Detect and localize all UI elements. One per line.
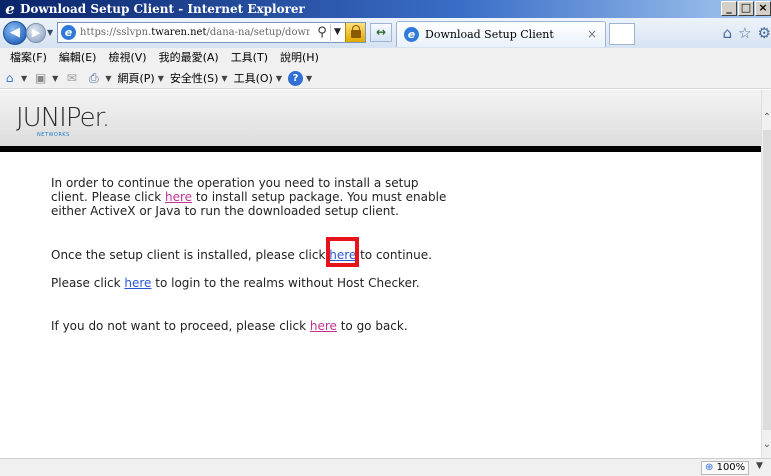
page-content: In order to continue the operation you n… <box>0 152 761 458</box>
menu-file[interactable]: 檔案(F) <box>4 48 53 68</box>
page-command[interactable]: 網頁(P) ▼ <box>117 70 163 86</box>
print-icon: ⎙ <box>89 71 99 85</box>
back-button[interactable]: ◀ <box>3 21 27 45</box>
menu-favorites[interactable]: 我的最愛(A) <box>153 48 225 68</box>
safety-command[interactable]: 安全性(S) ▼ <box>170 70 228 86</box>
scroll-up-icon[interactable]: ⌃ <box>762 112 771 123</box>
page-icon: e <box>61 25 76 40</box>
juniper-logo: JUNIPer. NETWORKS <box>16 103 110 138</box>
continue-instructions: Once the setup client is installed, plea… <box>51 248 432 262</box>
mail-command[interactable]: ✉ <box>64 71 80 85</box>
chevron-down-icon: ▼ <box>305 73 313 83</box>
install-here-link[interactable]: here <box>165 190 192 204</box>
status-bar: ⊕ 100% ▼ <box>0 458 771 476</box>
vertical-scrollbar[interactable]: ⌃ ⌄ <box>761 90 771 458</box>
menu-bar: 檔案(F) 編輯(E) 檢視(V) 我的最愛(A) 工具(T) 說明(H) <box>0 48 771 68</box>
home-icon[interactable]: ⌂ <box>723 24 733 42</box>
command-bar: ⌂ ▼ ▣ ▼ ✉ ⎙ ▼ 網頁(P) ▼ 安全性(S) ▼ 工具(O) ▼ ? ▼ <box>0 68 771 89</box>
search-icon[interactable]: ⚲ <box>314 24 330 41</box>
address-dropdown-icon[interactable]: ▼ <box>330 24 344 41</box>
feeds-command[interactable]: ▣ ▼ <box>33 71 58 85</box>
gear-icon[interactable]: ⚙ <box>758 24 771 42</box>
url-text[interactable]: https://sslvpn.twaren.net/dana-na/setup/… <box>80 23 310 42</box>
login-here-link[interactable]: here <box>124 276 151 290</box>
compatibility-view-button[interactable]: ↔ <box>370 23 392 42</box>
ie-logo-icon: e <box>5 0 15 18</box>
zoom-dropdown-icon[interactable]: ▼ <box>756 461 763 471</box>
forward-button[interactable]: ▶ <box>26 23 46 43</box>
tab-close-icon[interactable]: × <box>587 22 597 47</box>
tab-label: Download Setup Client <box>425 28 554 41</box>
scroll-down-icon[interactable]: ⌄ <box>762 439 771 450</box>
menu-edit[interactable]: 編輯(E) <box>53 48 103 68</box>
go-back-instructions: If you do not want to proceed, please cl… <box>51 319 408 333</box>
tools-command[interactable]: 工具(O) ▼ <box>234 70 282 86</box>
chevron-down-icon: ▼ <box>221 73 228 83</box>
menu-tools[interactable]: 工具(T) <box>225 48 274 68</box>
continue-here-link[interactable]: here <box>329 248 356 262</box>
navigation-bar: ◀ ▶ ▼ e https://sslvpn.twaren.net/dana-n… <box>0 18 771 48</box>
maximize-button[interactable]: □ <box>738 1 754 16</box>
chevron-down-icon: ▼ <box>105 73 112 83</box>
history-dropdown-icon[interactable]: ▼ <box>47 28 53 37</box>
print-command[interactable]: ⎙ ▼ <box>86 71 111 85</box>
chevron-down-icon: ▼ <box>157 73 164 83</box>
mail-icon: ✉ <box>66 71 77 85</box>
window-controls: _ □ × <box>721 1 771 16</box>
window-title: Download Setup Client - Internet Explore… <box>20 2 305 16</box>
help-icon: ? <box>287 70 303 86</box>
home-icon: ⌂ <box>5 71 14 85</box>
page-header: JUNIPer. NETWORKS <box>0 90 761 146</box>
zoom-icon: ⊕ <box>705 462 714 473</box>
lock-icon[interactable] <box>345 23 365 42</box>
address-bar[interactable]: e https://sslvpn.twaren.net/dana-na/setu… <box>57 22 366 43</box>
chevron-down-icon: ▼ <box>52 73 59 83</box>
close-button[interactable]: × <box>755 1 771 16</box>
new-tab-button[interactable] <box>609 23 635 45</box>
home-command[interactable]: ⌂ ▼ <box>2 71 27 85</box>
tab-download-setup-client[interactable]: e Download Setup Client × <box>396 21 606 47</box>
go-back-here-link[interactable]: here <box>310 319 337 333</box>
chevron-down-icon: ▼ <box>21 73 28 83</box>
menu-help[interactable]: 說明(H) <box>274 48 325 68</box>
minimize-button[interactable]: _ <box>721 1 737 16</box>
zoom-control[interactable]: ⊕ 100% <box>701 461 750 475</box>
help-command[interactable]: ? ▼ <box>287 70 313 86</box>
menu-view[interactable]: 檢視(V) <box>102 48 152 68</box>
browser-right-icons: ⌂ ☆ ⚙ <box>723 24 771 42</box>
window-title-bar: e Download Setup Client - Internet Explo… <box>0 0 771 18</box>
feed-icon: ▣ <box>34 71 47 85</box>
star-icon[interactable]: ☆ <box>738 24 751 42</box>
scroll-thumb[interactable] <box>763 130 771 430</box>
login-instructions: Please click here to login to the realms… <box>51 276 420 290</box>
tab-page-icon: e <box>404 27 419 42</box>
chevron-down-icon: ▼ <box>275 73 282 83</box>
install-instructions: In order to continue the operation you n… <box>51 176 447 218</box>
